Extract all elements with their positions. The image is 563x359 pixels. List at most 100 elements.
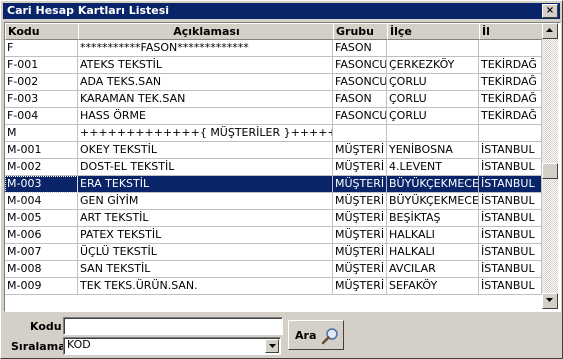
title-bar: Cari Hesap Kartları Listesi × [3,3,560,19]
close-button[interactable]: × [542,4,558,18]
table-row[interactable]: M+++++++++++++{ MÜŞTERİLER }++++++++++++… [5,125,542,142]
table-row[interactable]: F ***********FASON************* FASON [5,40,542,57]
column-header-aciklamasi[interactable]: Açıklaması [78,23,335,40]
cell-ilce: HALKALI [387,227,479,244]
kodu-label: Kodu [30,320,62,333]
cell-aciklamasi: PATEX TEKSTİL [78,227,333,244]
cell-ilce: ÇORLU [387,108,479,125]
cell-kodu: M-006 [5,227,78,244]
cell-kodu: F [5,40,78,57]
cell-kodu: M-004 [5,193,78,210]
table-row[interactable]: M-008 SAN TEKSTİL MÜŞTERİ AVCILAR İSTANBUL [5,261,542,278]
cell-il: İSTANBUL [479,159,542,176]
cell-il: İSTANBUL [479,176,542,193]
scroll-thumb[interactable] [542,163,558,179]
cell-grubu: MÜŞTERİ [333,278,387,295]
cell-kodu: F-001 [5,57,78,74]
cell-grubu: MÜŞTERİ [333,261,387,278]
search-button-label: Ara [295,329,317,342]
column-header-il[interactable]: İl [479,23,546,40]
cell-il: İSTANBUL [479,142,542,159]
column-header-kodu[interactable]: Kodu [5,23,82,40]
cell-grubu: MÜŞTERİ [333,227,387,244]
cell-kodu: M-001 [5,142,78,159]
cell-kodu: F-003 [5,91,78,108]
grid-rows: F ***********FASON************* FASON F-001… [5,40,542,295]
table-row[interactable]: M-003 ERA TEKSTİL MÜŞTERİ BÜYÜKÇEKMECE İSTAN… [5,176,542,193]
close-icon: × [545,5,555,16]
grid-header: Kodu Açıklaması Grubu İlçe İl [5,23,546,40]
cell-il: İSTANBUL [479,278,542,295]
window: Cari Hesap Kartları Listesi × Kodu Açıkl… [0,0,563,359]
cell-aciklamasi: ***********FASON************* [78,40,333,57]
cell-il: TEKİRDAĞ [479,91,542,108]
table-row[interactable]: M-005 ART TEKSTİL MÜŞTERİ BEŞİKTAŞ İSTANBUL [5,210,542,227]
magnifier-icon [320,327,340,348]
table-row[interactable]: M-007 ÜÇLÜ TEKSTİL MÜŞTERİ HALKALI İSTANBUL [5,244,542,261]
cell-aciklamasi: ATEKS TEKSTİL [78,57,333,74]
scroll-up-button[interactable] [542,23,558,39]
cell-il [479,40,542,57]
cell-ilce [387,125,479,142]
cell-kodu: F-002 [5,74,78,91]
vertical-scrollbar[interactable] [542,23,558,309]
search-button[interactable]: Ara [288,320,344,350]
cell-aciklamasi: ÜÇLÜ TEKSTİL [78,244,333,261]
cell-ilce [387,40,479,57]
scroll-down-button[interactable] [542,293,558,309]
cell-aciklamasi: ERA TEKSTİL [78,176,333,193]
kodu-input[interactable] [63,317,283,335]
cell-ilce: BEŞİKTAŞ [387,210,479,227]
table-row[interactable]: F-001 ATEKS TEKSTİL FASONCU ÇERKEZKÖY TEKİRD… [5,57,542,74]
cell-kodu: F-004 [5,108,78,125]
table-row[interactable]: F-002 ADA TEKS.SAN FASONCU ÇORLU TEKİRDAĞ [5,74,542,91]
table-row[interactable]: M-009 TEK TEKS.ÜRÜN.SAN. MÜŞTERİ SEFAKÖY İST… [5,278,542,295]
cell-ilce: ÇORLU [387,74,479,91]
cell-aciklamasi: GEN GİYİM [78,193,333,210]
cell-il: İSTANBUL [479,244,542,261]
cell-il: TEKİRDAĞ [479,74,542,91]
accounts-grid[interactable]: Kodu Açıklaması Grubu İlçe İl F *********… [4,22,561,312]
cell-grubu: FASONCU [333,57,387,74]
siralama-select[interactable]: KOD [63,337,281,355]
cell-grubu: MÜŞTERİ [333,244,387,261]
cell-aciklamasi: OKEY TEKSTİL [78,142,333,159]
arrow-down-icon [546,298,553,302]
cell-aciklamasi: KARAMAN TEK.SAN [78,91,333,108]
cell-aciklamasi: +++++++++++++{ MÜŞTERİLER }+++++++++++++… [78,125,333,142]
table-row[interactable]: F-003 KARAMAN TEK.SAN FASON ÇORLU TEKİRDAĞ [5,91,542,108]
cell-il: İSTANBUL [479,193,542,210]
table-row[interactable]: M-001 OKEY TEKSTİL MÜŞTERİ YENİBOSNA İSTANBU… [5,142,542,159]
cell-ilce: BÜYÜKÇEKMECE [387,176,479,193]
chevron-down-icon [269,344,276,348]
table-row[interactable]: M-002 DOST-EL TEKSTİL MÜŞTERİ 4.LEVENT İSTAN… [5,159,542,176]
cell-aciklamasi: TEK TEKS.ÜRÜN.SAN. [78,278,333,295]
cell-grubu: MÜŞTERİ [333,210,387,227]
cell-kodu: M [5,125,78,142]
cell-grubu: MÜŞTERİ [333,193,387,210]
cell-aciklamasi: HASS ÖRME [78,108,333,125]
cell-grubu: MÜŞTERİ [333,176,387,193]
siralama-value: KOD [67,338,91,351]
table-row[interactable]: M-004 GEN GİYİM MÜŞTERİ BÜYÜKÇEKMECE İSTANBU… [5,193,542,210]
cell-kodu: M-008 [5,261,78,278]
cell-aciklamasi: ART TEKSTİL [78,210,333,227]
cell-ilce: 4.LEVENT [387,159,479,176]
window-title: Cari Hesap Kartları Listesi [7,4,170,17]
cell-kodu: M-005 [5,210,78,227]
cell-ilce: BÜYÜKÇEKMECE [387,193,479,210]
table-row[interactable]: F-004 HASS ÖRME FASONCU ÇORLU TEKİRDAĞ [5,108,542,125]
column-header-grubu[interactable]: Grubu [333,23,391,40]
siralama-label: Sıralama [11,340,66,353]
column-header-ilce[interactable]: İlçe [387,23,483,40]
cell-aciklamasi: ADA TEKS.SAN [78,74,333,91]
cell-aciklamasi: DOST-EL TEKSTİL [78,159,333,176]
siralama-dropdown-button[interactable] [265,339,279,353]
cell-kodu: M-007 [5,244,78,261]
cell-il: TEKİRDAĞ [479,108,542,125]
cell-ilce: HALKALI [387,244,479,261]
table-row[interactable]: M-006 PATEX TEKSTİL MÜŞTERİ HALKALI İSTANBUL [5,227,542,244]
cell-il: TEKİRDAĞ [479,57,542,74]
cell-il: İSTANBUL [479,261,542,278]
cell-aciklamasi: SAN TEKSTİL [78,261,333,278]
